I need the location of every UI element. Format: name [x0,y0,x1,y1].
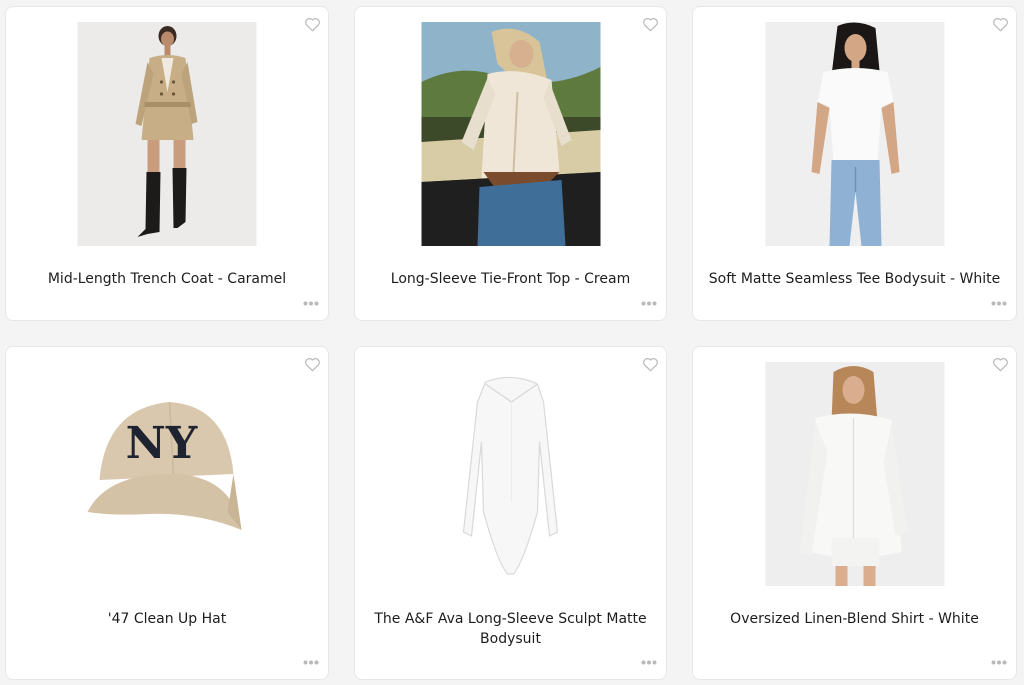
product-image-hat[interactable]: NY [77,362,257,586]
product-title[interactable]: '47 Clean Up Hat [20,609,314,629]
ellipsis-icon[interactable] [641,660,657,665]
product-title[interactable]: Oversized Linen-Blend Shirt - White [707,609,1002,629]
product-grid: Mid-Length Trench Coat - Caramel Long-Sl… [0,0,1024,685]
product-image-linen-shirt[interactable] [765,362,944,586]
heart-outline-icon[interactable] [304,356,321,372]
product-card-trench-coat[interactable]: Mid-Length Trench Coat - Caramel [5,6,329,321]
ellipsis-icon[interactable] [303,301,319,306]
heart-outline-icon[interactable] [642,16,659,32]
product-title[interactable]: The A&F Ava Long-Sleeve Sculpt Matte Bod… [369,609,652,649]
product-image-tee-bodysuit[interactable] [765,22,944,246]
heart-outline-icon[interactable] [642,356,659,372]
product-title[interactable]: Soft Matte Seamless Tee Bodysuit - White [707,269,1002,289]
product-title[interactable]: Long-Sleeve Tie-Front Top - Cream [369,269,652,289]
product-card-hat[interactable]: NY '47 Clean Up Hat [5,346,329,680]
heart-outline-icon[interactable] [992,356,1009,372]
product-image-ava-bodysuit[interactable] [421,362,600,586]
product-image-tie-front-top[interactable] [421,22,600,246]
product-title[interactable]: Mid-Length Trench Coat - Caramel [20,269,314,289]
product-card-tie-front-top[interactable]: Long-Sleeve Tie-Front Top - Cream [354,6,667,321]
product-card-linen-shirt[interactable]: Oversized Linen-Blend Shirt - White [692,346,1017,680]
ellipsis-icon[interactable] [991,660,1007,665]
ellipsis-icon[interactable] [303,660,319,665]
product-image-trench-coat[interactable] [77,22,257,246]
ellipsis-icon[interactable] [641,301,657,306]
heart-outline-icon[interactable] [992,16,1009,32]
product-card-tee-bodysuit[interactable]: Soft Matte Seamless Tee Bodysuit - White [692,6,1017,321]
product-card-ava-bodysuit[interactable]: The A&F Ava Long-Sleeve Sculpt Matte Bod… [354,346,667,680]
heart-outline-icon[interactable] [304,16,321,32]
svg-text:NY: NY [126,418,198,469]
ellipsis-icon[interactable] [991,301,1007,306]
